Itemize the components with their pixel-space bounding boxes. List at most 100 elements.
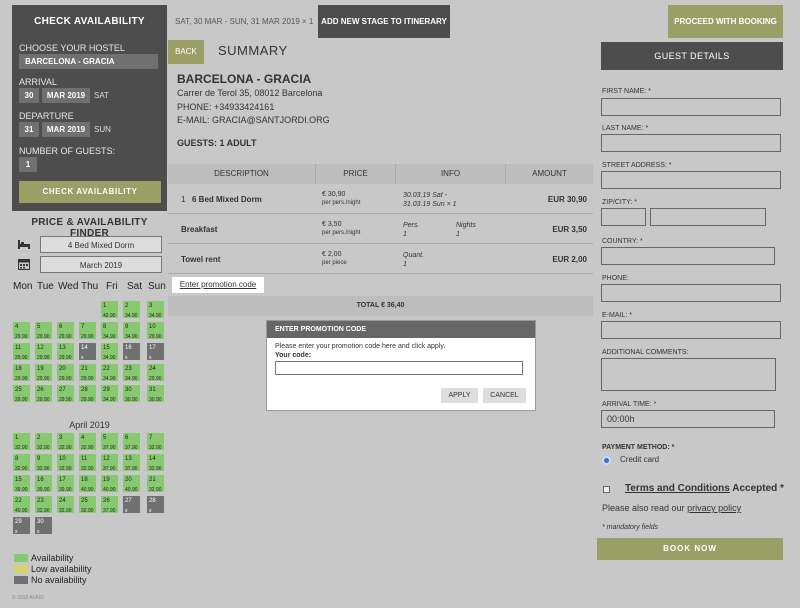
calendar-day[interactable]: 5 29.90	[34, 321, 53, 340]
calendar-day[interactable]: 26 29.90	[34, 384, 53, 403]
calendar-day[interactable]: 23 34.90	[122, 363, 141, 382]
arrival-day-select[interactable]: 30	[19, 88, 39, 103]
calendar-day[interactable]: 1 42.90	[100, 300, 119, 319]
calendar-day[interactable]: 8 32.90	[12, 453, 31, 472]
calendar-day[interactable]: 15 34.90	[100, 342, 119, 361]
apply-button[interactable]: APPLY	[441, 388, 478, 403]
calendar-day[interactable]: 14 32.90	[146, 453, 165, 472]
calendar-day[interactable]: 3 34.90	[146, 300, 165, 319]
calendar-day[interactable]: 7 32.90	[146, 432, 165, 451]
calendar-day[interactable]: 6 37.90	[122, 432, 141, 451]
calendar-day[interactable]: 7 29.90	[78, 321, 97, 340]
calendar-day: 27 x	[122, 495, 141, 514]
city-field[interactable]	[650, 208, 766, 226]
calendar-day[interactable]: 3 32.90	[56, 432, 75, 451]
promotion-code-input[interactable]	[275, 361, 523, 375]
calendar-day[interactable]: 30 30.90	[122, 384, 141, 403]
calendar-day[interactable]: 20 40.90	[122, 474, 141, 493]
row-info-nights: Nights 1	[456, 222, 476, 238]
calendar-day[interactable]: 2 32.90	[34, 432, 53, 451]
arrival-month-select[interactable]: MAR 2019	[42, 88, 90, 103]
calendar-day: 14 x	[78, 342, 97, 361]
row-description: Breakfast	[181, 225, 218, 234]
calendar-day[interactable]: 4 32.90	[78, 432, 97, 451]
calendar-day[interactable]: 27 29.90	[56, 384, 75, 403]
calendar-day[interactable]: 20 29.90	[56, 363, 75, 382]
calendar-day[interactable]: 12 37.90	[100, 453, 119, 472]
weekday-wed: Wed	[58, 281, 79, 292]
country-select[interactable]	[601, 247, 775, 265]
summary-title: SUMMARY	[218, 43, 288, 58]
calendar-day[interactable]: 29 34.90	[100, 384, 119, 403]
cancel-button[interactable]: CANCEL	[483, 388, 526, 403]
hostel-select[interactable]: BARCELONA - GRACIA	[19, 54, 158, 69]
calendar-day[interactable]: 31 30.90	[146, 384, 165, 403]
calendar-day[interactable]: 2 34.90	[122, 300, 141, 319]
weekday-sat: Sat	[127, 281, 143, 292]
calendar-day[interactable]: 11 29.90	[12, 342, 31, 361]
calendar-day[interactable]: 12 29.90	[34, 342, 53, 361]
calendar-day[interactable]: 21 29.90	[78, 363, 97, 382]
email-field[interactable]	[601, 321, 781, 339]
guests-select[interactable]: 1	[19, 157, 37, 172]
calendar-day[interactable]: 18 40.90	[78, 474, 97, 493]
calendar-icon	[18, 259, 30, 270]
calendar-day[interactable]: 16 39.90	[34, 474, 53, 493]
proceed-booking-button[interactable]: PROCEED WITH BOOKING	[668, 5, 783, 38]
terms-link[interactable]: Terms and Conditions	[625, 483, 730, 494]
calendar-day[interactable]: 10 32.90	[56, 453, 75, 472]
phone-label: PHONE:	[602, 275, 629, 282]
calendar-day[interactable]: 18 29.90	[12, 363, 31, 382]
departure-day-select[interactable]: 31	[19, 122, 39, 137]
calendar-day[interactable]: 13 37.90	[122, 453, 141, 472]
col-description: DESCRIPTION	[168, 164, 316, 184]
calendar-day[interactable]: 24 29.90	[146, 363, 165, 382]
calendar-day[interactable]: 26 37.90	[100, 495, 119, 514]
calendar-day[interactable]: 19 29.90	[34, 363, 53, 382]
credit-card-radio[interactable]	[602, 456, 611, 465]
arrival-time-label: ARRIVAL TIME: *	[602, 401, 657, 408]
room-type-select[interactable]: 4 Bed Mixed Dorm	[40, 236, 162, 253]
calendar-day[interactable]: 4 29.90	[12, 321, 31, 340]
calendar-day[interactable]: 11 32.90	[78, 453, 97, 472]
street-field[interactable]	[601, 171, 781, 189]
last-name-field[interactable]	[601, 134, 781, 152]
calendar-day[interactable]: 9 34.90	[122, 321, 141, 340]
privacy-policy-link[interactable]: privacy policy	[687, 503, 741, 513]
check-availability-button[interactable]: CHECK AVAILABILITY	[19, 181, 161, 203]
book-now-button[interactable]: BOOK NOW	[597, 538, 783, 560]
phone-field[interactable]	[601, 284, 781, 302]
calendar-day[interactable]: 15 39.90	[12, 474, 31, 493]
calendar-day[interactable]: 19 40.90	[100, 474, 119, 493]
row-divider	[168, 243, 593, 244]
row-description: Towel rent	[181, 255, 221, 264]
calendar-day[interactable]: 23 32.90	[34, 495, 53, 514]
calendar-day[interactable]: 21 32.90	[146, 474, 165, 493]
calendar-day[interactable]: 25 29.90	[12, 384, 31, 403]
calendar-day[interactable]: 8 34.90	[100, 321, 119, 340]
calendar-day[interactable]: 28 29.90	[78, 384, 97, 403]
zip-field[interactable]	[601, 208, 646, 226]
calendar-day[interactable]: 1 32.90	[12, 432, 31, 451]
terms-checkbox[interactable]	[603, 486, 610, 493]
calendar-day[interactable]: 5 37.90	[100, 432, 119, 451]
calendar-day[interactable]: 24 32.90	[56, 495, 75, 514]
calendar-day[interactable]: 10 29.90	[146, 321, 165, 340]
calendar-day[interactable]: 25 32.90	[78, 495, 97, 514]
arrival-time-select[interactable]: 00:00h	[601, 410, 775, 428]
calendar-day[interactable]: 9 32.90	[34, 453, 53, 472]
promotion-code-link[interactable]: Enter promotion code	[172, 277, 264, 293]
calendar-day[interactable]: 22 40.90	[12, 495, 31, 514]
departure-month-select[interactable]: MAR 2019	[42, 122, 90, 137]
calendar-day[interactable]: 22 34.90	[100, 363, 119, 382]
calendar-day[interactable]: 6 29.90	[56, 321, 75, 340]
back-button[interactable]: BACK	[168, 40, 204, 64]
mandatory-note: * mandatory fields	[602, 524, 659, 531]
comments-textarea[interactable]	[601, 358, 776, 391]
calendar-day[interactable]: 17 39.90	[56, 474, 75, 493]
first-name-field[interactable]	[601, 98, 781, 116]
calendar-day[interactable]: 13 29.90	[56, 342, 75, 361]
legend-low: Low availability	[31, 564, 92, 574]
month-select[interactable]: March 2019	[40, 256, 162, 273]
add-stage-button[interactable]: ADD NEW STAGE TO ITINERARY	[318, 5, 450, 38]
